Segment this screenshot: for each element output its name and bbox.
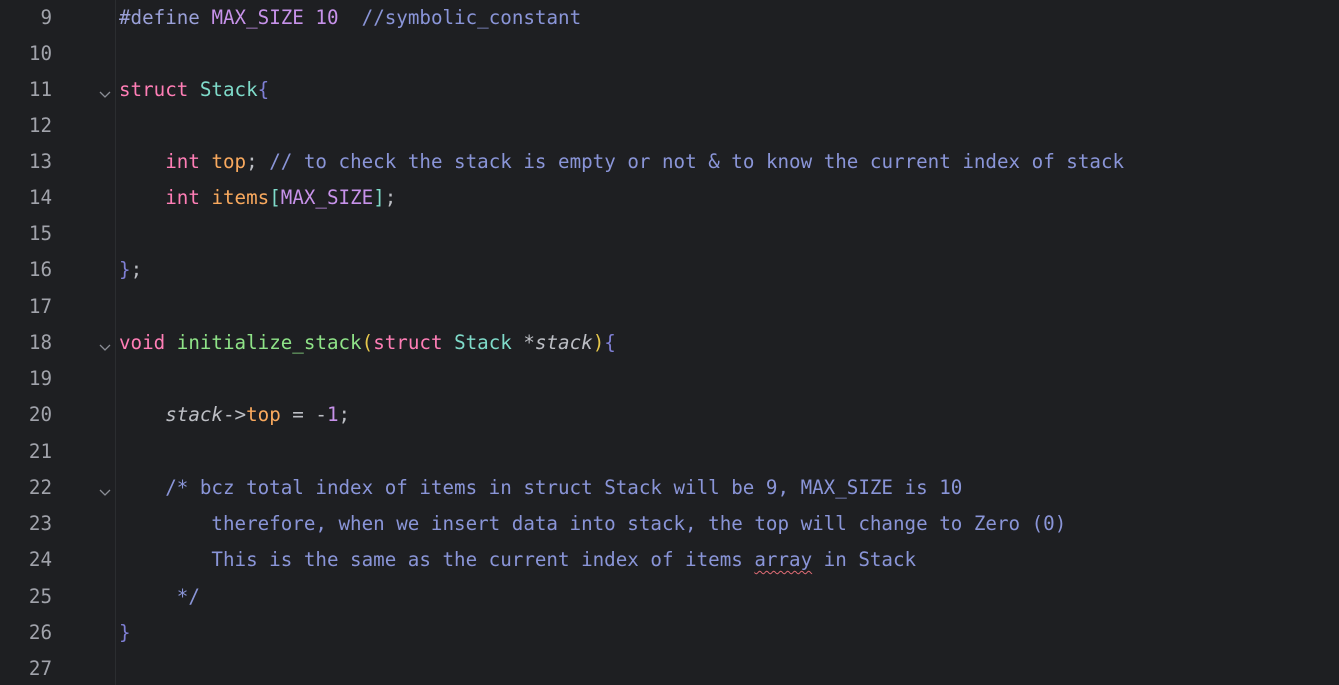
line-number: 9 [40,6,52,29]
code-line[interactable]: 12 [0,108,1339,144]
code-line[interactable]: 22 /* bcz total index of items in struct… [0,470,1339,506]
line-number: 11 [28,78,52,101]
code-text[interactable]: int items[MAX_SIZE]; [119,180,396,216]
line-number: 20 [28,403,52,426]
chevron-down-icon[interactable] [98,336,112,351]
line-number: 21 [28,440,52,463]
code-line[interactable]: 19 [0,361,1339,397]
line-number: 14 [28,186,52,209]
line-number: 17 [28,295,52,318]
line-number: 22 [28,476,52,499]
spellcheck-typo: array [754,548,813,571]
code-line[interactable]: 20 stack->top = -1; [0,397,1339,433]
code-text[interactable]: This is the same as the current index of… [119,542,916,578]
line-number: 15 [28,222,52,245]
code-line[interactable]: 18 void initialize_stack(struct Stack *s… [0,325,1339,361]
line-number: 23 [28,512,52,535]
code-text[interactable]: void initialize_stack(struct Stack *stac… [119,325,616,361]
code-text[interactable]: stack->top = -1; [119,397,350,433]
chevron-down-icon[interactable] [98,481,112,496]
code-text[interactable]: }; [119,252,142,288]
code-line[interactable]: 21 [0,434,1339,470]
code-line[interactable]: 10 [0,36,1339,72]
code-line[interactable]: 15 [0,216,1339,252]
line-number: 24 [28,548,52,571]
code-text[interactable]: int top; // to check the stack is empty … [119,144,1124,180]
code-line[interactable]: 23 therefore, when we insert data into s… [0,506,1339,542]
code-line[interactable]: 24 This is the same as the current index… [0,542,1339,578]
code-line[interactable]: 11 struct Stack{ [0,72,1339,108]
code-text[interactable]: struct Stack{ [119,72,269,108]
code-line[interactable]: 25 */ [0,579,1339,615]
code-line[interactable]: 27 [0,651,1339,685]
code-line[interactable]: 16 }; [0,252,1339,288]
code-line[interactable]: 26 } [0,615,1339,651]
code-text[interactable]: #define MAX_SIZE 10 //symbolic_constant [119,0,581,36]
code-line[interactable]: 14 int items[MAX_SIZE]; [0,180,1339,216]
line-number: 27 [28,657,52,680]
code-line[interactable]: 9 #define MAX_SIZE 10 //symbolic_constan… [0,0,1339,36]
line-number: 18 [28,331,52,354]
code-editor[interactable]: 9 #define MAX_SIZE 10 //symbolic_constan… [0,0,1339,685]
line-number: 26 [28,621,52,644]
line-number: 10 [28,42,52,65]
code-text[interactable]: /* bcz total index of items in struct St… [119,470,962,506]
line-number: 16 [28,258,52,281]
code-text[interactable]: } [119,615,131,651]
line-number: 19 [28,367,52,390]
line-number: 25 [28,585,52,608]
chevron-down-icon[interactable] [98,83,112,98]
code-line[interactable]: 13 int top; // to check the stack is emp… [0,144,1339,180]
code-text[interactable]: */ [119,579,200,615]
code-text[interactable]: therefore, when we insert data into stac… [119,506,1066,542]
code-line[interactable]: 17 [0,289,1339,325]
line-number: 12 [28,114,52,137]
line-number: 13 [28,150,52,173]
